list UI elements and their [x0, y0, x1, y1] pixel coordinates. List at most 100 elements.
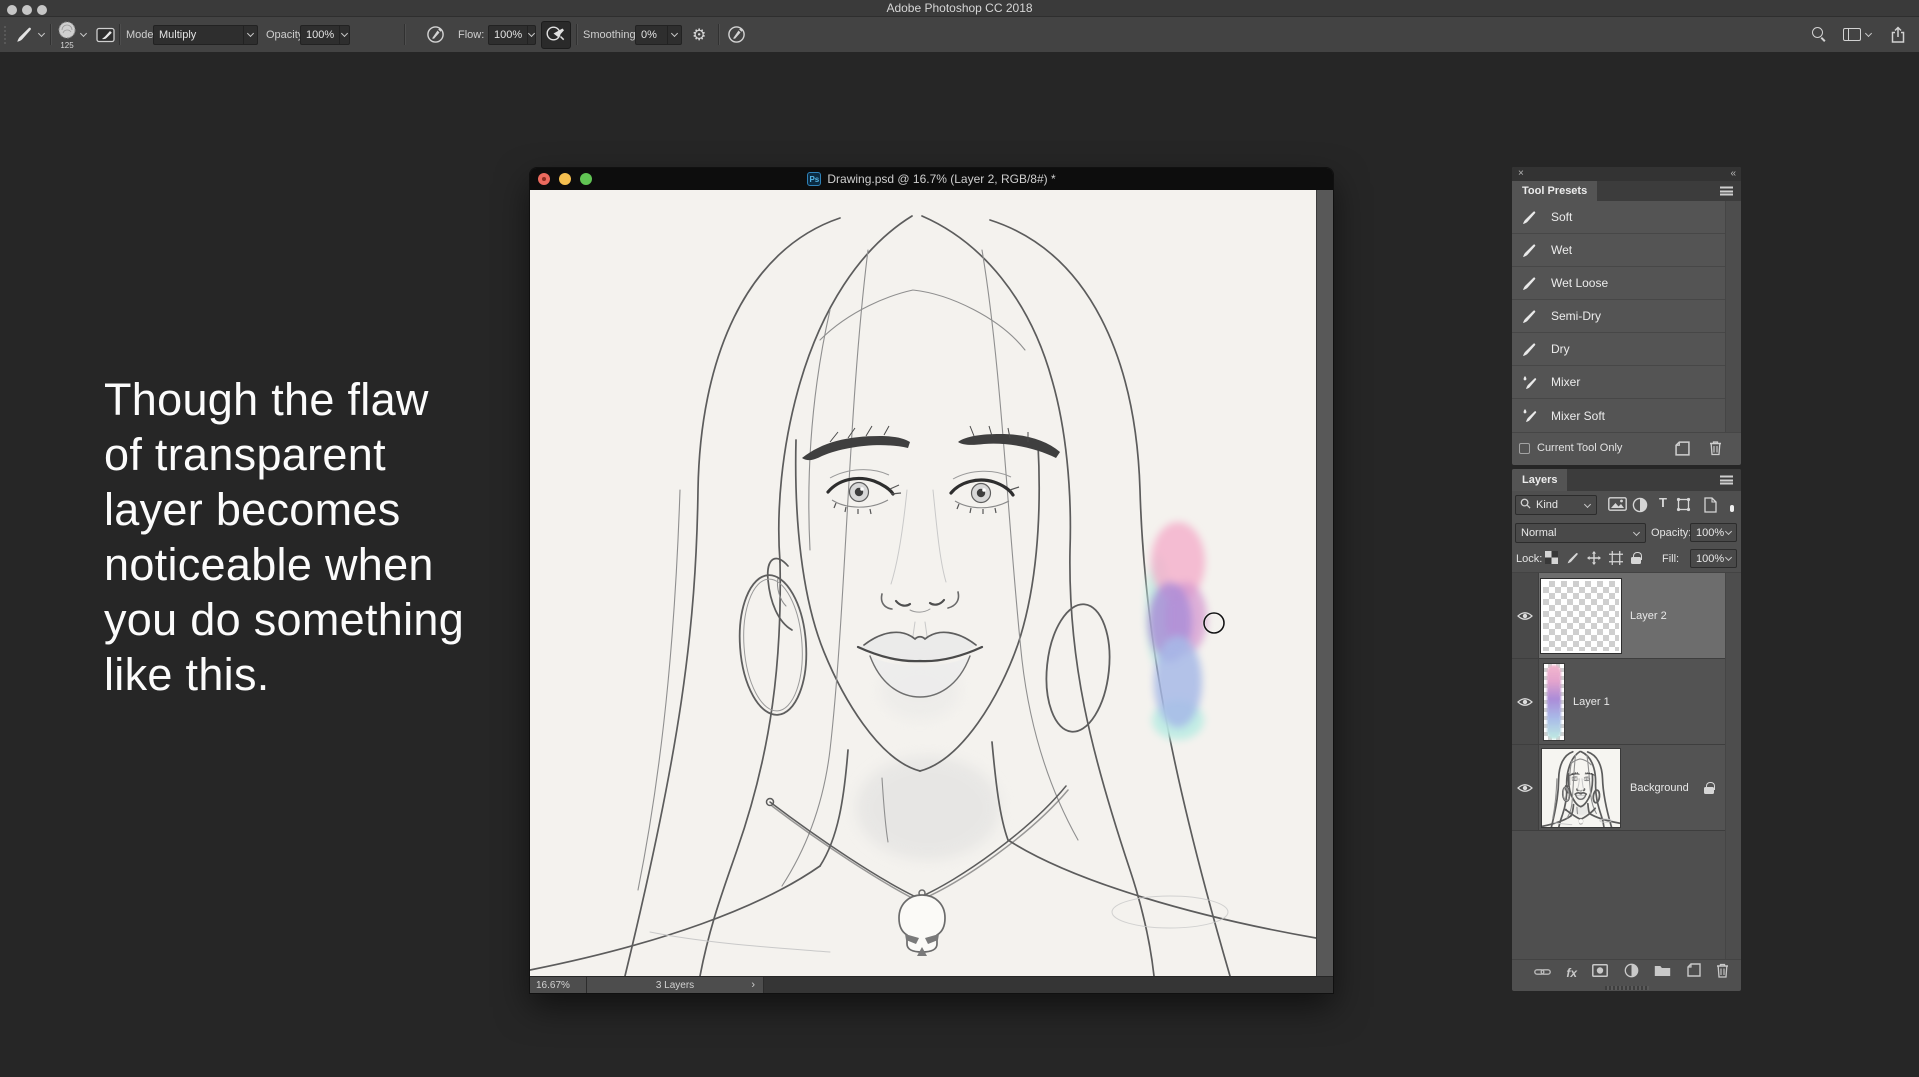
chevron-down-icon — [528, 31, 535, 38]
gear-icon: ⚙ — [692, 25, 706, 44]
pressure-opacity-toggle[interactable] — [426, 17, 445, 52]
zoom-level-field[interactable]: 16.67% — [530, 977, 587, 993]
eye-icon — [1517, 783, 1533, 793]
caption-line: noticeable when — [104, 537, 464, 592]
add-adjustment-layer-button[interactable] — [1624, 963, 1639, 983]
current-tool-only-label: Current Tool Only — [1537, 433, 1622, 464]
layer-thumbnail[interactable] — [1543, 663, 1565, 741]
visibility-toggle[interactable] — [1512, 745, 1539, 830]
link-icon — [1534, 967, 1551, 977]
delete-preset-button[interactable] — [1709, 440, 1722, 461]
tool-presets-footer: Current Tool Only — [1512, 432, 1741, 465]
chevron-down-icon — [1725, 555, 1732, 562]
canvas[interactable] — [530, 190, 1316, 976]
tool-preset-item[interactable]: Soft — [1512, 201, 1741, 234]
current-tool-only-checkbox[interactable] — [1519, 443, 1530, 454]
brush-icon — [1566, 551, 1580, 565]
workspace-switcher[interactable] — [1843, 17, 1872, 52]
flow-field[interactable]: 100% — [488, 17, 536, 52]
new-group-button[interactable] — [1654, 964, 1671, 982]
visibility-toggle[interactable] — [1512, 573, 1539, 658]
filter-pixel-layers-button[interactable] — [1608, 497, 1627, 514]
chevron-down-icon — [671, 31, 678, 38]
layer-row-layer2[interactable]: Layer 2 — [1512, 573, 1741, 659]
smoothing-field[interactable]: 0% — [635, 17, 682, 52]
divider — [718, 24, 719, 45]
blend-mode-select[interactable]: Multiply — [153, 17, 258, 52]
new-layer-button[interactable] — [1687, 963, 1701, 982]
filter-kind-select[interactable]: Kind — [1515, 495, 1597, 515]
layer-row-background[interactable]: Background — [1512, 745, 1741, 831]
layer-name[interactable]: Background — [1630, 782, 1689, 794]
app-title-bar[interactable]: Adobe Photoshop CC 2018 — [0, 0, 1919, 17]
filter-adjustment-layers-button[interactable] — [1632, 497, 1648, 516]
flow-label: Flow: — [458, 17, 484, 52]
tool-preset-item[interactable]: Wet — [1512, 234, 1741, 267]
layer-name[interactable]: Layer 2 — [1630, 610, 1667, 622]
panel-menu-icon[interactable] — [1720, 187, 1733, 196]
document-window: Ps Drawing.psd @ 16.7% (Layer 2, RGB/8#)… — [530, 168, 1333, 993]
tab-tool-presets[interactable]: Tool Presets — [1512, 181, 1597, 201]
smoothing-options-button[interactable]: ⚙ — [692, 17, 706, 52]
tool-preset-item[interactable]: Mixer Soft — [1512, 399, 1741, 432]
opacity-field[interactable]: 100% — [300, 17, 350, 52]
layer-name[interactable]: Layer 1 — [1573, 696, 1610, 708]
lock-position-button[interactable] — [1587, 551, 1601, 568]
layer-thumbnail[interactable] — [1541, 748, 1621, 828]
lock-transparency-button[interactable] — [1545, 551, 1558, 567]
layer-thumbnail[interactable] — [1541, 579, 1621, 653]
layer-row-layer1[interactable]: Layer 1 — [1512, 659, 1741, 745]
airbrush-toggle-pressed[interactable] — [541, 17, 571, 52]
close-icon[interactable]: × — [1518, 167, 1524, 181]
share-button[interactable] — [1890, 17, 1906, 52]
lock-artboard-button[interactable] — [1609, 551, 1623, 568]
new-preset-button[interactable] — [1675, 441, 1690, 461]
tool-preset-item[interactable]: Mixer — [1512, 366, 1741, 399]
document-title-bar[interactable]: Ps Drawing.psd @ 16.7% (Layer 2, RGB/8#)… — [530, 168, 1333, 190]
tab-layers[interactable]: Layers — [1512, 469, 1567, 491]
layer-opacity-value: 100% — [1691, 527, 1725, 539]
layer-fill-field[interactable]: 100% — [1690, 549, 1737, 568]
tool-preset-item[interactable]: Dry — [1512, 333, 1741, 366]
toggle-brush-settings-button[interactable] — [96, 17, 116, 52]
tool-preset-label: Mixer — [1551, 375, 1580, 389]
status-info[interactable]: 3 Layers › — [587, 977, 764, 993]
filter-type-layers-button[interactable]: T — [1659, 495, 1667, 510]
panel-scrollbar[interactable] — [1725, 573, 1741, 959]
chevron-down-icon — [341, 31, 348, 38]
filter-shape-layers-button[interactable] — [1676, 497, 1691, 515]
tool-preset-label: Soft — [1551, 210, 1572, 224]
smart-object-icon — [1704, 497, 1717, 513]
visibility-toggle[interactable] — [1512, 659, 1539, 744]
pressure-size-toggle[interactable] — [727, 17, 746, 52]
delete-layer-button[interactable] — [1716, 963, 1729, 983]
checkerboard-icon — [1545, 551, 1558, 564]
brush-preset-picker[interactable]: 125 — [58, 17, 87, 52]
layer-opacity-label: Opacity: — [1651, 527, 1691, 539]
tool-preset-item[interactable]: Wet Loose — [1512, 267, 1741, 300]
search-button[interactable] — [1812, 17, 1827, 52]
caption-line: layer becomes — [104, 482, 464, 537]
link-layers-button[interactable] — [1534, 964, 1551, 982]
lock-pixels-button[interactable] — [1566, 551, 1580, 568]
filter-smart-objects-button[interactable] — [1704, 497, 1717, 516]
drag-handle[interactable] — [3, 25, 7, 44]
panel-scrollbar[interactable] — [1725, 201, 1741, 432]
layer-style-button[interactable]: fx — [1566, 966, 1577, 980]
tool-preset-label: Semi-Dry — [1551, 309, 1601, 323]
panel-resize-grip[interactable] — [1605, 986, 1649, 990]
tool-preset-item[interactable]: Semi-Dry — [1512, 300, 1741, 333]
add-mask-button[interactable] — [1592, 964, 1608, 982]
caption-line: you do something — [104, 592, 464, 647]
collapse-panel-icon[interactable]: « — [1730, 167, 1735, 181]
pen-pressure-icon — [727, 25, 746, 44]
caption-line: Though the flaw — [104, 372, 464, 427]
layers-panel: Layers Kind T Normal Opacity: — [1512, 469, 1741, 991]
chevron-right-icon: › — [751, 979, 755, 991]
vertical-scrollbar[interactable] — [1316, 190, 1333, 976]
panel-menu-icon[interactable] — [1720, 476, 1733, 485]
layer-blend-mode-select[interactable]: Normal — [1515, 523, 1646, 543]
layer-opacity-field[interactable]: 100% — [1690, 523, 1737, 542]
brush-tool-button[interactable] — [15, 17, 45, 52]
chevron-down-icon — [80, 31, 87, 38]
